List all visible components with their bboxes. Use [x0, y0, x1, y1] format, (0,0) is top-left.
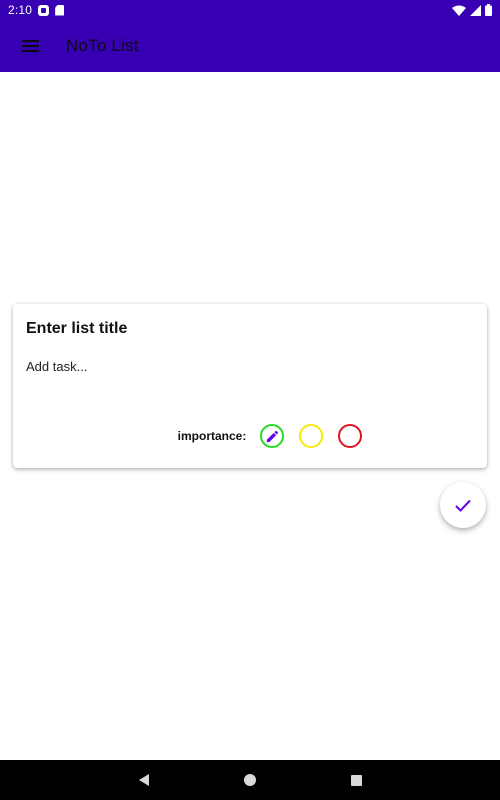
sd-card-icon — [55, 4, 65, 16]
status-right — [452, 4, 492, 16]
save-list-button[interactable] — [440, 482, 486, 528]
signal-icon — [470, 4, 481, 16]
list-title-input[interactable] — [26, 320, 466, 338]
notification-icon — [38, 4, 50, 16]
nav-recent-apps-button[interactable] — [303, 760, 409, 800]
status-left: 2:10 — [8, 3, 65, 17]
add-task-input[interactable] — [26, 359, 466, 374]
navigation-bar — [0, 760, 500, 800]
importance-medium-option[interactable] — [299, 424, 324, 448]
home-icon — [244, 774, 256, 786]
status-time: 2:10 — [8, 3, 33, 17]
importance-label: importance: — [177, 429, 247, 443]
importance-row: importance: — [13, 423, 487, 449]
importance-high-option[interactable] — [338, 424, 363, 448]
wifi-icon — [452, 5, 466, 16]
status-bar: 2:10 — [0, 0, 500, 20]
nav-back-button[interactable] — [91, 760, 197, 800]
new-list-card: importance: — [13, 304, 487, 468]
check-icon — [455, 499, 471, 512]
app-bar: NoTo List — [0, 20, 500, 72]
importance-low-option[interactable] — [260, 424, 285, 448]
app-title: NoTo List — [66, 36, 139, 55]
nav-home-button[interactable] — [197, 760, 303, 800]
battery-icon — [485, 4, 492, 16]
recent-apps-icon — [350, 774, 362, 786]
pencil-icon — [266, 430, 278, 442]
back-icon — [139, 774, 149, 786]
menu-icon[interactable] — [6, 22, 54, 70]
